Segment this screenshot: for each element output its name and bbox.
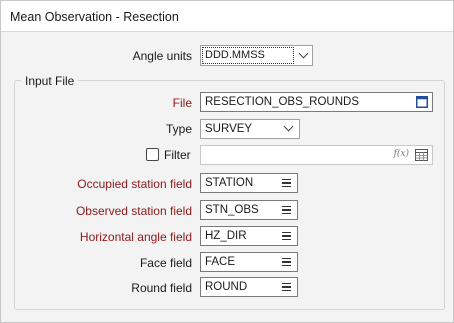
round-field-value: ROUND — [205, 281, 248, 293]
angle-units-dropdown[interactable]: DDD.MMSS — [200, 45, 313, 66]
occupied-station-field-value: STATION — [205, 177, 254, 189]
face-field-label: Face field — [139, 256, 192, 270]
file-value: RESECTION_OBS_ROUNDS — [205, 96, 360, 108]
type-label: Type — [165, 122, 192, 136]
field-list-icon[interactable] — [282, 232, 291, 240]
dialog-window: Mean Observation - Resection Angle units… — [0, 0, 454, 323]
round-field-label: Round field — [131, 281, 192, 295]
occupied-station-field-input[interactable]: STATION — [200, 173, 298, 193]
occupied-station-field-label: Occupied station field — [77, 177, 192, 191]
function-icon[interactable]: f(x) — [394, 149, 409, 159]
angle-units-value: DDD.MMSS — [205, 49, 265, 61]
horizontal-angle-field-input[interactable]: HZ_DIR — [200, 226, 298, 246]
face-field-value: FACE — [205, 256, 236, 268]
filter-input[interactable]: f(x) — [200, 145, 433, 165]
observed-station-field-value: STN_OBS — [205, 204, 259, 216]
observed-station-field-input[interactable]: STN_OBS — [200, 200, 298, 220]
horizontal-angle-field-label: Horizontal angle field — [79, 230, 192, 244]
observed-station-field-label: Observed station field — [75, 204, 192, 218]
angle-units-label: Angle units — [132, 49, 192, 63]
file-label: File — [172, 96, 192, 110]
browse-file-icon[interactable] — [416, 96, 428, 108]
horizontal-angle-field-value: HZ_DIR — [205, 230, 247, 242]
field-list-icon[interactable] — [282, 206, 291, 214]
input-file-group-title: Input File — [21, 74, 79, 88]
chevron-down-icon — [298, 48, 309, 59]
window-title: Mean Observation - Resection — [10, 10, 179, 24]
filter-table-icon[interactable] — [415, 149, 428, 161]
type-dropdown[interactable]: SURVEY — [200, 119, 300, 139]
title-bar: Mean Observation - Resection — [1, 1, 453, 32]
chevron-down-icon — [283, 121, 294, 132]
type-value: SURVEY — [205, 123, 253, 135]
face-field-input[interactable]: FACE — [200, 252, 298, 272]
round-field-input[interactable]: ROUND — [200, 277, 298, 297]
field-list-icon[interactable] — [282, 179, 291, 187]
field-list-icon[interactable] — [282, 258, 291, 266]
input-file-group — [14, 80, 445, 310]
filter-label: Filter — [164, 148, 191, 162]
file-input[interactable]: RESECTION_OBS_ROUNDS — [200, 92, 433, 112]
angle-units-selected: DDD.MMSS — [202, 47, 294, 64]
filter-checkbox[interactable] — [146, 148, 159, 161]
field-list-icon[interactable] — [282, 283, 291, 291]
